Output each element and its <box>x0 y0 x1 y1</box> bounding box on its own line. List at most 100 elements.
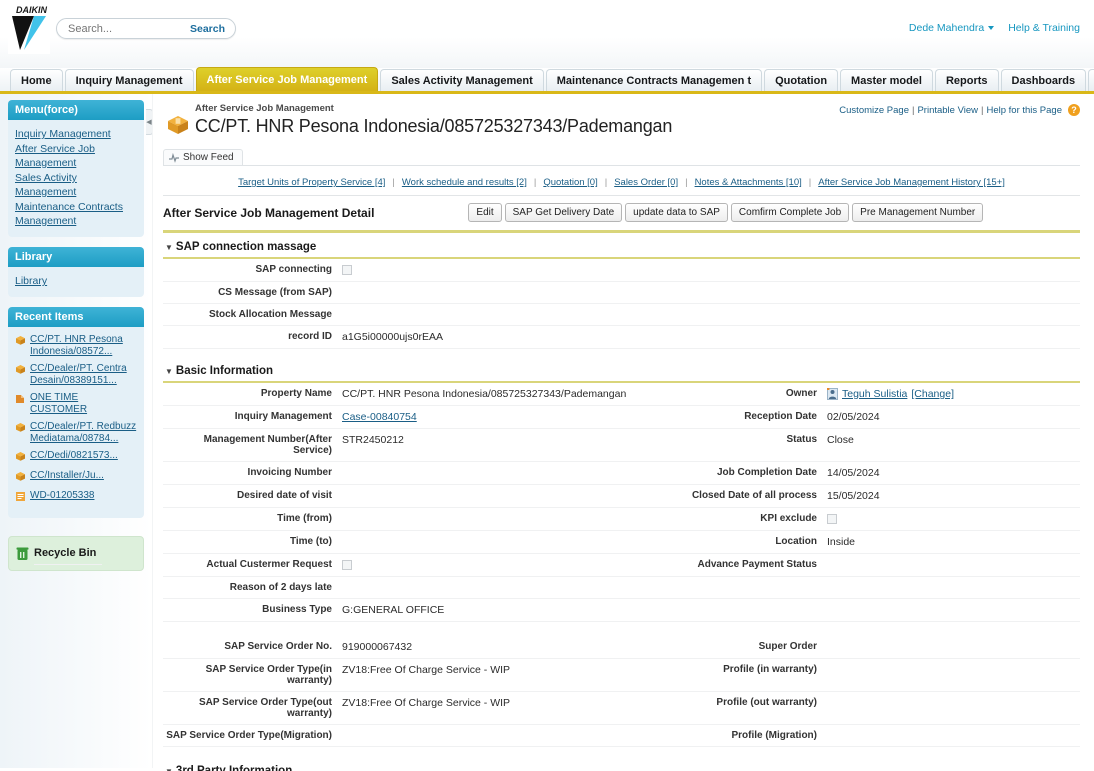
link-separator: | <box>685 177 688 188</box>
tab-sales-activity-management[interactable]: Sales Activity Management <box>380 69 544 91</box>
recent-item-link[interactable]: CC/Dealer/PT. Redbuzz Mediatama/08784... <box>30 421 137 445</box>
related-list-link[interactable]: Sales Order [0] <box>614 177 678 188</box>
tab-dashboards[interactable]: Dashboards <box>1000 69 1087 91</box>
field-label: Closed Date of all process <box>638 485 823 508</box>
recent-item-link[interactable]: CC/Dealer/PT. Centra Desain/08389151... <box>30 363 137 387</box>
sap-get-delivery-date-button[interactable]: SAP Get Delivery Date <box>504 203 623 222</box>
help-training-link[interactable]: Help & Training <box>1008 22 1080 34</box>
detail-action-bar: After Service Job Management Detail Edit… <box>163 195 1080 233</box>
field-value: Teguh Sulistia [Change] <box>823 383 1080 406</box>
field-value[interactable] <box>338 259 1080 282</box>
third-party-section-title: 3rd Party Information <box>175 765 293 771</box>
recent-item[interactable]: CC/PT. HNR Pesona Indonesia/08572... <box>15 334 137 358</box>
sidebar-menu-item-4[interactable]: Maintenance Contracts Management <box>15 200 137 228</box>
related-list-link[interactable]: Target Units of Property Service [4] <box>238 177 385 188</box>
tab-home[interactable]: Home <box>10 69 63 91</box>
field-label: Owner <box>638 383 823 406</box>
comfirm-complete-job-button[interactable]: Comfirm Complete Job <box>730 203 850 222</box>
owner-link[interactable]: Teguh Sulistia <box>842 388 907 400</box>
field-label: Stock Allocation Message <box>163 304 338 326</box>
field-value[interactable] <box>823 508 1080 531</box>
customize-page-link[interactable]: Customize Page <box>839 105 909 116</box>
field-value: CC/PT. HNR Pesona Indonesia/085725327343… <box>338 383 638 406</box>
tab-reports[interactable]: Reports <box>934 69 999 91</box>
sidebar-recent-items: CC/PT. HNR Pesona Indonesia/08572... CC/D… <box>8 327 144 518</box>
collapse-arrow-icon: ▼ <box>165 767 173 771</box>
recent-item[interactable]: ONE TIME CUSTOMER <box>15 392 137 416</box>
field-value <box>338 725 638 747</box>
sidebar-menu-item-3[interactable]: Sales Activity Management <box>15 171 137 199</box>
search-button[interactable]: Search <box>184 23 231 35</box>
show-feed-button[interactable]: Show Feed <box>163 149 243 165</box>
tab-maintenance-contracts-managemen-t[interactable]: Maintenance Contracts Managemen t <box>545 69 763 91</box>
basic-section-title: Basic Information <box>175 365 274 377</box>
user-name: Dede Mahendra <box>908 22 985 34</box>
sidebar-menu-block: Menu(force) Inquiry Management After Serv… <box>8 100 144 237</box>
recent-item[interactable]: CC/Dealer/PT. Redbuzz Mediatama/08784... <box>15 421 137 445</box>
tab-quotation[interactable]: Quotation <box>764 69 839 91</box>
recent-item[interactable]: CC/Dedi/0821573... <box>15 450 137 465</box>
field-label: Time (from) <box>163 508 338 531</box>
third-party-section-header[interactable]: ▼3rd Party Information <box>163 757 1080 771</box>
field-value[interactable]: Case-00840754 <box>338 406 638 429</box>
printable-view-link[interactable]: Printable View <box>917 105 978 116</box>
related-list-links: Target Units of Property Service [4] | Wor… <box>163 166 1080 195</box>
global-search[interactable]: Search <box>56 18 236 39</box>
recent-item-link[interactable]: ONE TIME CUSTOMER <box>30 392 137 416</box>
recent-item-link[interactable]: CC/PT. HNR Pesona Indonesia/08572... <box>30 334 137 358</box>
field-value[interactable] <box>338 554 638 577</box>
sidebar-menu-item-2[interactable]: After Service Job Management <box>15 142 137 170</box>
search-input[interactable] <box>66 20 184 37</box>
tab-after-service-job-management[interactable]: After Service Job Management <box>195 67 379 91</box>
sidebar-library-item-1[interactable]: Library <box>15 274 137 288</box>
related-list-link[interactable]: Notes & Attachments [10] <box>695 177 802 188</box>
sap-order-field-grid: SAP Service Order No. 919000067432 Super O… <box>163 636 1080 747</box>
field-value <box>823 599 1080 622</box>
related-list-link[interactable]: Quotation [0] <box>543 177 597 188</box>
help-icon[interactable]: ? <box>1068 104 1080 116</box>
sap-field-grid: SAP connecting CS Message (from SAP) Stock… <box>163 259 1080 349</box>
field-label <box>638 577 823 599</box>
field-label: record ID <box>163 326 338 349</box>
field-value: ZV18:Free Of Charge Service - WIP <box>338 659 638 692</box>
recent-item[interactable]: CC/Dealer/PT. Centra Desain/08389151... <box>15 363 137 387</box>
recycle-bin-link[interactable]: Recycle Bin <box>8 536 144 571</box>
field-value <box>823 659 1080 692</box>
pre-management-number-button[interactable]: Pre Management Number <box>852 203 984 222</box>
link-separator: | <box>808 177 812 188</box>
recent-item-link[interactable]: WD-01205338 <box>30 490 94 502</box>
recent-item-link[interactable]: CC/Installer/Ju... <box>30 470 104 482</box>
collapse-arrow-icon: ▼ <box>165 367 173 376</box>
tab-master-model[interactable]: Master model <box>840 69 933 91</box>
field-label: SAP Service Order No. <box>163 636 338 659</box>
record-box-icon <box>15 364 26 378</box>
recent-item[interactable]: CC/Installer/Ju... <box>15 470 137 485</box>
field-link[interactable]: Case-00840754 <box>342 411 417 423</box>
field-value <box>823 725 1080 747</box>
related-list-link[interactable]: After Service Job Management History [15… <box>818 177 1005 188</box>
page-title: CC/PT. HNR Pesona Indonesia/085725327343… <box>195 116 673 136</box>
sap-section-header[interactable]: ▼ SAP connection massage <box>163 233 1080 259</box>
main-content: After Service Job Management CC/PT. HNR … <box>152 94 1094 771</box>
related-list-link[interactable]: Work schedule and results [2] <box>402 177 527 188</box>
basic-section-header[interactable]: ▼ Basic Information <box>163 357 1080 383</box>
tab-inquiry-management[interactable]: Inquiry Management <box>64 69 194 91</box>
user-menu[interactable]: Dede Mahendra <box>908 22 995 34</box>
update-data-to-sap-button[interactable]: update data to SAP <box>625 203 728 222</box>
recent-item-link[interactable]: CC/Dedi/0821573... <box>30 450 118 462</box>
field-value <box>338 508 638 531</box>
account-icon <box>15 393 26 407</box>
tab-accounts[interactable]: Accounts <box>1088 69 1094 91</box>
page-body: Menu(force) Inquiry Management After Serv… <box>0 94 1094 771</box>
edit-button[interactable]: Edit <box>468 203 502 222</box>
recent-item[interactable]: WD-01205338 <box>15 490 137 505</box>
field-label: Job Completion Date <box>638 462 823 485</box>
help-for-page-link[interactable]: Help for this Page <box>986 105 1062 116</box>
sidebar-menu-item-1[interactable]: Inquiry Management <box>15 127 137 141</box>
field-label: SAP Service Order Type(in warranty) <box>163 659 338 692</box>
change-owner-link[interactable]: [Change] <box>911 388 954 400</box>
feed-toggle-bar: Show Feed <box>163 148 1080 166</box>
field-value <box>338 531 638 554</box>
field-value <box>823 577 1080 599</box>
field-value <box>338 304 1080 326</box>
